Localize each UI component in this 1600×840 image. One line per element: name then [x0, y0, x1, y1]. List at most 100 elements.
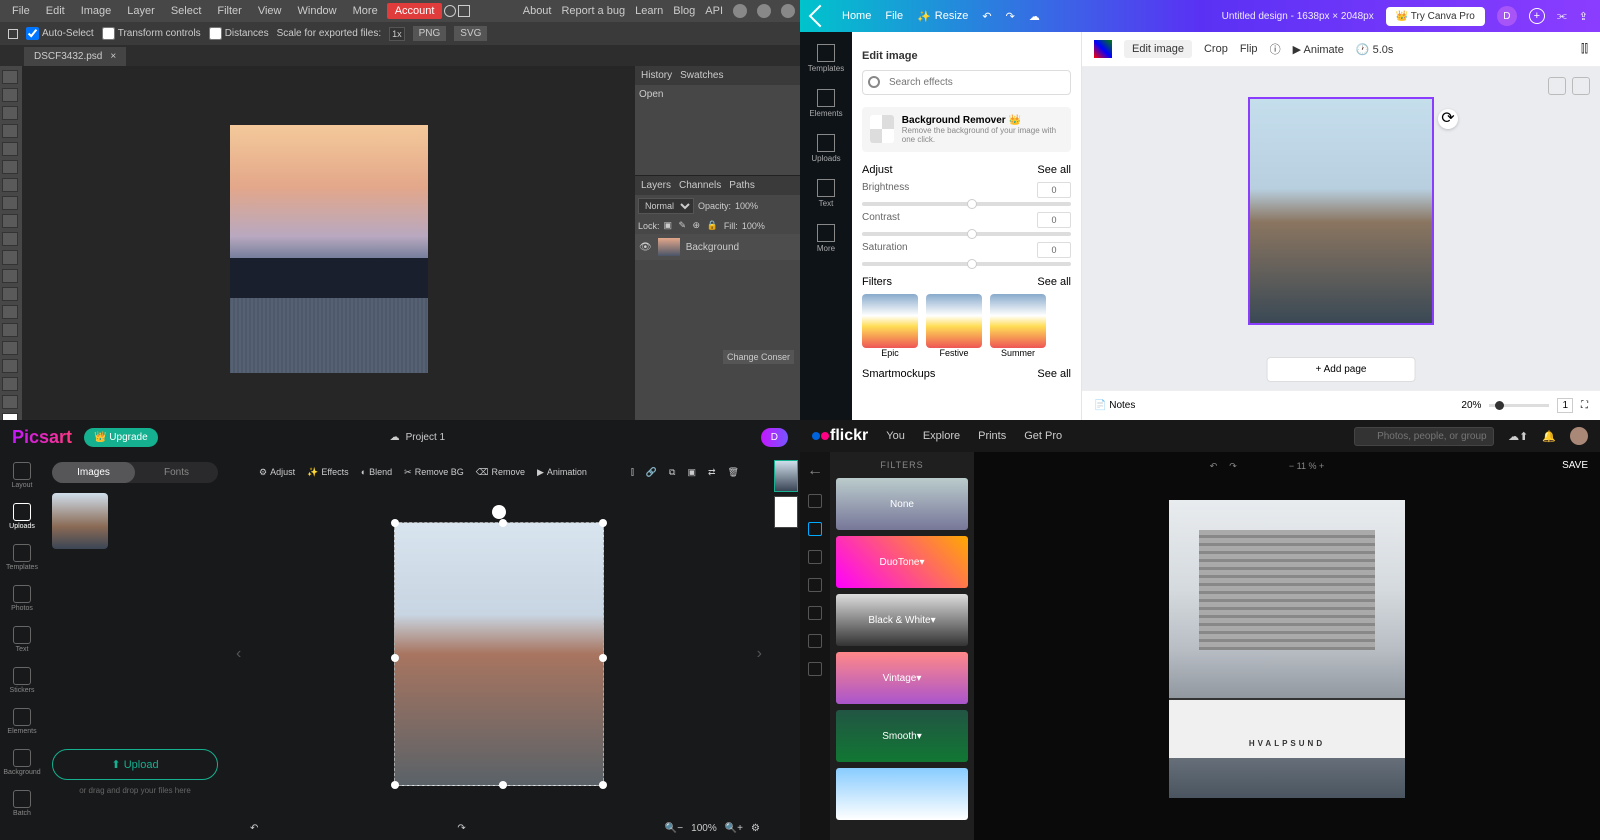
canvas-image[interactable] [394, 522, 604, 786]
notes-button[interactable]: 📄 Notes [1094, 400, 1135, 411]
menu-window[interactable]: Window [291, 3, 344, 19]
twitter-icon[interactable] [757, 4, 771, 18]
link-report-bug[interactable]: Report a bug [561, 5, 625, 17]
adjust-button[interactable]: ⚙ Adjust [259, 467, 295, 478]
nav-explore[interactable]: Explore [923, 430, 960, 442]
home-button[interactable]: Home [842, 10, 871, 22]
zoom-out-icon[interactable]: 🔍− [665, 823, 683, 834]
avatar[interactable] [1570, 427, 1588, 445]
tab-paths[interactable]: Paths [729, 180, 755, 191]
page-number-badge[interactable]: 1 [1557, 398, 1573, 413]
remove-button[interactable]: ⌫ Remove [476, 467, 525, 478]
add-icon[interactable]: + [1529, 8, 1545, 24]
blur-tool[interactable] [2, 269, 18, 283]
tab-fonts[interactable]: Fonts [135, 462, 218, 483]
picsart-logo[interactable]: Picsart [12, 427, 72, 448]
reddit-icon[interactable] [733, 4, 747, 18]
resize-button[interactable]: ✨ Resize [917, 10, 968, 23]
frame-tool[interactable] [808, 662, 822, 676]
heal-tool[interactable] [2, 178, 18, 192]
menu-file[interactable]: File [5, 3, 37, 19]
crop-tool[interactable] [808, 494, 822, 508]
file-button[interactable]: File [885, 10, 903, 22]
history-open-step[interactable]: Open [639, 89, 796, 100]
sidebar-item-layout[interactable]: Layout [11, 462, 32, 489]
align-icon[interactable]: ⫿ [631, 467, 634, 478]
export-svg-button[interactable]: SVG [454, 26, 487, 41]
eyedropper-tool[interactable] [2, 160, 18, 174]
delete-icon[interactable]: 🗑 [728, 467, 739, 478]
filter-smooth[interactable]: Smooth ▾ [836, 710, 968, 762]
copy-page-icon[interactable] [1548, 77, 1566, 95]
filter-bw[interactable]: Black & White ▾ [836, 594, 968, 646]
link-learn[interactable]: Learn [635, 5, 663, 17]
filter-none[interactable]: None [836, 478, 968, 530]
rotate-handle[interactable] [492, 505, 506, 519]
sidebar-item-text[interactable]: Text [817, 179, 835, 208]
menu-layer[interactable]: Layer [120, 3, 162, 19]
brush-tool[interactable] [808, 634, 822, 648]
facebook-icon[interactable] [781, 4, 795, 18]
remove-bg-button[interactable]: ✂ Remove BG [404, 467, 464, 478]
tab-images[interactable]: Images [52, 462, 135, 483]
filter-summer[interactable]: Summer [990, 294, 1046, 358]
blend-button[interactable]: ◐ Blend [361, 467, 392, 477]
save-button[interactable]: SAVE [1562, 460, 1588, 471]
upgrade-button[interactable]: 👑 Upgrade [84, 428, 158, 447]
search-icon[interactable] [444, 5, 456, 17]
menu-edit[interactable]: Edit [39, 3, 72, 19]
flickr-logo[interactable]: flickr [812, 427, 868, 445]
filters-see-all[interactable]: See all [1037, 276, 1071, 288]
share-icon[interactable]: ⇪ [1579, 10, 1588, 23]
visibility-icon[interactable]: 👁 [639, 242, 652, 253]
layer-thumb-1[interactable] [774, 460, 798, 492]
eraser-tool[interactable] [2, 232, 18, 246]
change-conserve-button[interactable]: Change Conser [723, 350, 794, 364]
smartmockups-see-all[interactable]: See all [1037, 368, 1071, 380]
avatar[interactable]: D [1497, 6, 1517, 26]
marquee-tool[interactable] [2, 88, 18, 102]
contrast-slider[interactable]: Contrast0 [862, 212, 1071, 236]
canvas-area[interactable]: ⟳ + Add page 📄 Notes 20% 1 ⛶ [1082, 67, 1600, 420]
canvas-image[interactable]: ⟳ [1248, 97, 1434, 325]
tab-channels[interactable]: Channels [679, 180, 721, 191]
menu-more[interactable]: More [346, 3, 385, 19]
undo-icon[interactable]: ↶ [982, 10, 991, 23]
link-about[interactable]: About [523, 5, 552, 17]
filter-festive[interactable]: Festive [926, 294, 982, 358]
adjust-see-all[interactable]: See all [1037, 164, 1071, 176]
canvas-area[interactable] [22, 66, 635, 420]
nav-get-pro[interactable]: Get Pro [1024, 430, 1062, 442]
fullscreen-icon[interactable] [458, 5, 470, 17]
back-icon[interactable]: ← [807, 462, 823, 480]
export-png-button[interactable]: PNG [413, 26, 447, 41]
sidebar-item-batch[interactable]: Batch [13, 790, 31, 817]
cloud-sync-icon[interactable]: ☁ [1029, 10, 1040, 23]
info-icon[interactable]: ⓘ [1270, 41, 1281, 57]
saturation-slider[interactable]: Saturation0 [862, 242, 1071, 266]
layer-background[interactable]: 👁 Background [635, 234, 800, 260]
redo-icon[interactable]: ↷ [1006, 10, 1015, 23]
bg-remover-card[interactable]: Background Remover 👑 Remove the backgrou… [862, 107, 1071, 152]
link-blog[interactable]: Blog [673, 5, 695, 17]
document-canvas[interactable] [230, 125, 428, 373]
stamp-tool[interactable] [2, 214, 18, 228]
crop-button[interactable]: Crop [1204, 43, 1228, 55]
search-input[interactable] [1354, 427, 1494, 446]
sidebar-item-elements[interactable]: Elements [809, 89, 842, 118]
undo-icon[interactable]: ↶ [1210, 461, 1218, 472]
project-name[interactable]: ☁ Project 1 [390, 432, 445, 443]
canvas-area[interactable]: ↶ ↷ − 11 % + SAVE HVALPSUND [974, 452, 1600, 840]
adjust-tool[interactable] [808, 578, 822, 592]
upload-thumb[interactable] [52, 493, 108, 549]
lock-icons[interactable]: ▣ ✎ ⊕ 🔒 [664, 220, 720, 231]
scale-value[interactable]: 1x [389, 27, 405, 41]
sidebar-item-stickers[interactable]: Stickers [10, 667, 35, 694]
export-page-icon[interactable] [1572, 77, 1590, 95]
tab-history[interactable]: History [641, 70, 672, 81]
zoom-in-icon[interactable]: 🔍+ [725, 823, 743, 834]
sidebar-item-templates[interactable]: Templates [808, 44, 844, 73]
tab-layers[interactable]: Layers [641, 180, 671, 191]
expand-icon[interactable]: ⛶ [1581, 400, 1588, 411]
copy-icon[interactable]: ⧉ [669, 467, 675, 478]
